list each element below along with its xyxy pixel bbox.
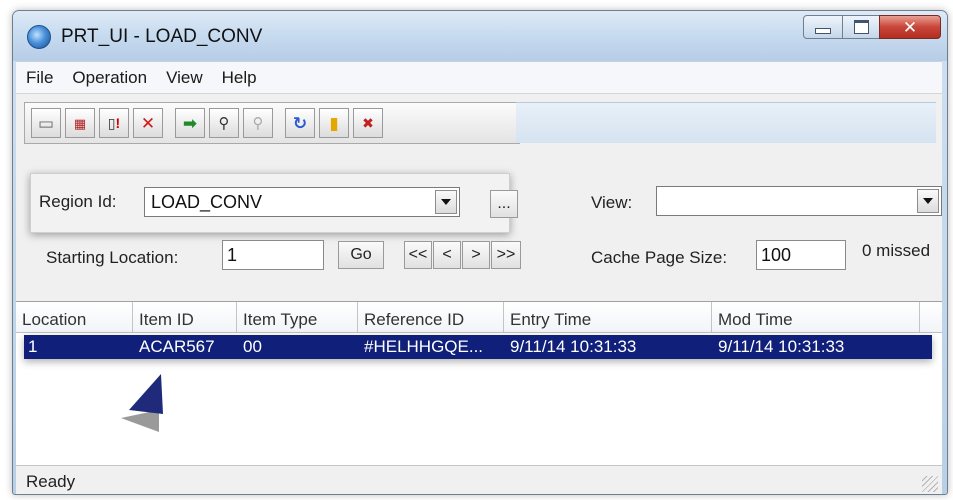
lock-button[interactable]: ▮ [319, 108, 349, 138]
toolbar-background [516, 102, 936, 143]
query-panel: Region Id: LOAD_CONV ... View: Starting … [16, 151, 942, 301]
resize-grip-icon[interactable] [922, 476, 938, 492]
find-icon: ⚲ [218, 114, 230, 132]
minimize-button[interactable] [803, 15, 843, 39]
document-alert-icon: ▯! [107, 115, 121, 131]
cell-entry-time: 9/11/14 10:31:33 [510, 337, 637, 356]
region-card: Region Id: LOAD_CONV [30, 173, 510, 233]
calendar-icon: ▦ [73, 115, 87, 131]
find-disabled-icon: ⚲ [252, 114, 264, 132]
region-id-combo[interactable]: LOAD_CONV [144, 187, 460, 217]
find-next-button[interactable]: ⚲ [243, 108, 273, 138]
cell-item-type: 00 [243, 337, 262, 356]
find-button[interactable]: ⚲ [209, 108, 239, 138]
col-entry-time[interactable]: Entry Time [504, 302, 712, 332]
last-page-button[interactable]: >> [491, 241, 521, 269]
annotation-arrow-icon [121, 374, 163, 432]
toolbar: ▭ ▦ ▯! ✕ ➡ ⚲ ⚲ ↻ ▮ ✖ [24, 102, 520, 144]
close-icon: ✕ [902, 17, 918, 37]
starting-location-label: Starting Location: [46, 248, 179, 267]
cache-page-size-input[interactable]: 100 [756, 240, 846, 270]
cell-location: 1 [28, 337, 38, 356]
refresh-button[interactable]: ↻ [285, 108, 315, 138]
col-item-id[interactable]: Item ID [133, 302, 237, 332]
cache-page-size-label: Cache Page Size: [591, 248, 728, 267]
title-bar[interactable]: PRT_UI - LOAD_CONV ✕ [13, 11, 947, 61]
maximize-icon [853, 20, 869, 34]
cell-reference-id: #HELHHGQE... [364, 337, 484, 356]
status-bar: Ready [16, 465, 942, 494]
new-button[interactable]: ▭ [31, 108, 61, 138]
maximize-button[interactable] [842, 15, 880, 39]
document-alert-button[interactable]: ▯! [99, 108, 129, 138]
app-window: PRT_UI - LOAD_CONV ✕ File Operation View… [12, 10, 948, 495]
table-row[interactable]: 1 ACAR567 00 #HELHHGQE... 9/11/14 10:31:… [24, 335, 932, 359]
view-combo[interactable] [656, 186, 942, 216]
cell-item-id: ACAR567 [139, 337, 215, 356]
list-header: Location Item ID Item Type Reference ID … [16, 302, 942, 333]
col-mod-time[interactable]: Mod Time [712, 302, 920, 332]
first-page-button[interactable]: << [404, 241, 432, 269]
cache-page-size-value: 100 [761, 245, 792, 265]
prev-page-button[interactable]: < [433, 241, 461, 269]
missed-count: 0 missed [862, 241, 931, 260]
browse-button[interactable]: ... [490, 190, 518, 218]
menu-bar: File Operation View Help [16, 61, 942, 94]
new-icon: ▭ [37, 113, 55, 133]
app-globe-icon [27, 25, 51, 49]
refresh-icon: ↻ [292, 113, 308, 133]
chart-delete-icon: ✖ [362, 115, 374, 131]
calendar-button[interactable]: ▦ [65, 108, 95, 138]
menu-help[interactable]: Help [212, 68, 266, 88]
view-label: View: [591, 193, 633, 212]
chart-delete-button[interactable]: ✖ [353, 108, 383, 138]
next-page-button[interactable]: > [462, 241, 490, 269]
view-chevron-down-icon[interactable] [917, 189, 939, 213]
region-id-label: Region Id: [39, 192, 117, 211]
menu-view[interactable]: View [156, 68, 212, 88]
close-button[interactable]: ✕ [879, 15, 941, 39]
col-reference-id[interactable]: Reference ID [358, 302, 504, 332]
go-arrow-button[interactable]: ➡ [175, 108, 205, 138]
items-list[interactable]: Location Item ID Item Type Reference ID … [16, 301, 942, 466]
status-text: Ready [26, 472, 76, 491]
starting-location-value: 1 [227, 245, 238, 265]
minimize-icon [815, 28, 831, 34]
go-button[interactable]: Go [338, 241, 384, 269]
chevron-down-icon[interactable] [435, 190, 457, 214]
go-arrow-icon: ➡ [182, 113, 198, 133]
window-title: PRT_UI - LOAD_CONV [61, 26, 263, 47]
col-item-type[interactable]: Item Type [237, 302, 358, 332]
menu-file[interactable]: File [16, 68, 62, 88]
col-location[interactable]: Location [16, 302, 133, 332]
delete-icon: ✕ [140, 113, 156, 133]
delete-button[interactable]: ✕ [133, 108, 163, 138]
region-id-value: LOAD_CONV [151, 192, 263, 212]
menu-operation[interactable]: Operation [62, 68, 156, 88]
toolbar-area: ▭ ▦ ▯! ✕ ➡ ⚲ ⚲ ↻ ▮ ✖ [16, 93, 942, 152]
lock-icon: ▮ [329, 113, 339, 133]
starting-location-input[interactable]: 1 [222, 240, 324, 270]
cell-mod-time: 9/11/14 10:31:33 [718, 337, 845, 356]
